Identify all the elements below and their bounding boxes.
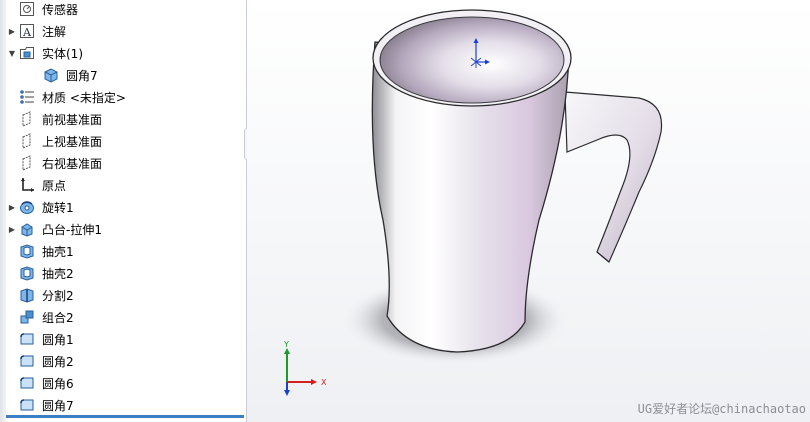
view-triad-icon[interactable]: Y X	[283, 340, 327, 396]
fillet-icon	[18, 330, 36, 348]
tree-item-solid-body[interactable]: 圆角7	[30, 64, 244, 86]
annotation-icon: A	[18, 22, 36, 40]
origin-icon	[18, 176, 36, 194]
tree-item-solid-bodies[interactable]: ▼ 实体(1)	[6, 42, 244, 64]
tree-item-label: 前视基准面	[42, 112, 103, 127]
fillet-icon	[18, 374, 36, 392]
solid-body-icon	[42, 66, 60, 84]
tree-item-fillet7[interactable]: 圆角7	[6, 394, 244, 416]
expand-arrow-right-icon[interactable]: ▶	[6, 223, 18, 235]
fillet-icon	[18, 396, 36, 414]
material-icon	[18, 88, 36, 106]
tree-item-front-plane[interactable]: 前视基准面	[6, 108, 244, 130]
expand-arrow-empty	[6, 91, 18, 103]
expand-arrow-empty	[6, 311, 18, 323]
tree-item-label: 原点	[42, 178, 67, 193]
tree-item-top-plane[interactable]: 上视基准面	[6, 130, 244, 152]
tree-item-label: 组合2	[42, 310, 74, 325]
expand-arrow-empty	[6, 3, 18, 15]
tree-item-label: 材质 <未指定>	[42, 90, 126, 105]
tree-item-revolve1[interactable]: ▶ 旋转1	[6, 196, 244, 218]
tree-item-label: 分割2	[42, 288, 74, 303]
revolve-icon	[18, 198, 36, 216]
combine-icon	[18, 308, 36, 326]
tree-item-label: 右视基准面	[42, 156, 103, 171]
tree-item-label: 圆角7	[66, 68, 98, 83]
tree-item-material[interactable]: 材质 <未指定>	[6, 86, 244, 108]
expand-arrow-right-icon[interactable]: ▶	[6, 201, 18, 213]
tree-item-label: 抽壳1	[42, 244, 74, 259]
expand-arrow-empty	[30, 69, 42, 81]
tree-item-label: 旋转1	[42, 200, 74, 215]
shell-icon	[18, 242, 36, 260]
tree-item-split2[interactable]: 分割2	[6, 284, 244, 306]
tree-item-fillet6[interactable]: 圆角6	[6, 372, 244, 394]
tree-item-label: 抽壳2	[42, 266, 74, 281]
mug-handle[interactable]	[564, 91, 663, 263]
expand-arrow-empty	[6, 355, 18, 367]
tree-item-label: 凸台-拉伸1	[42, 222, 102, 237]
rollback-bar[interactable]	[6, 415, 244, 418]
tree-item-fillet2[interactable]: 圆角2	[6, 350, 244, 372]
expand-arrow-right-icon[interactable]: ▶	[6, 25, 18, 37]
tree-item-shell1[interactable]: 抽壳1	[6, 240, 244, 262]
tree-item-label: 圆角1	[42, 332, 74, 347]
tree-item-label: 实体(1)	[42, 46, 83, 61]
fillet-icon	[18, 352, 36, 370]
expand-arrow-empty	[6, 399, 18, 411]
tree-item-shell2[interactable]: 抽壳2	[6, 262, 244, 284]
tree-item-annotations[interactable]: ▶ A 注解	[6, 20, 244, 42]
expand-arrow-empty	[6, 179, 18, 191]
graphics-area[interactable]: Y X UG爱好者论坛@chinachaotao	[247, 0, 810, 422]
triad-y-label: Y	[283, 340, 289, 349]
tree-item-label: 圆角7	[42, 398, 74, 413]
triad-x-label: X	[321, 378, 327, 387]
plane-icon	[18, 132, 36, 150]
expand-arrow-empty	[6, 267, 18, 279]
expand-arrow-empty	[6, 245, 18, 257]
tree-item-combine2[interactable]: 组合2	[6, 306, 244, 328]
tree-item-label: 传感器	[42, 2, 79, 17]
sensor-icon	[18, 0, 36, 18]
tree-item-right-plane[interactable]: 右视基准面	[6, 152, 244, 174]
tree-item-sensors[interactable]: 传感器	[6, 0, 244, 20]
expand-arrow-empty	[6, 377, 18, 389]
plane-icon	[18, 110, 36, 128]
tree-item-label: 圆角2	[42, 354, 74, 369]
expand-arrow-empty	[6, 157, 18, 169]
model-canvas[interactable]: Y X	[247, 0, 810, 422]
tree-item-label: 上视基准面	[42, 134, 103, 149]
expand-arrow-empty	[6, 135, 18, 147]
tree-item-fillet1[interactable]: 圆角1	[6, 328, 244, 350]
feature-manager-tree: 传感器 ▶ A 注解 ▼ 实体(1) 圆角7 材质 <未指定> 前视基准面 上视…	[0, 0, 247, 422]
expand-arrow-empty	[6, 333, 18, 345]
mug-rim-inner	[379, 16, 565, 104]
expand-arrow-empty	[6, 113, 18, 125]
plane-icon	[18, 154, 36, 172]
expand-arrow-down-icon[interactable]: ▼	[6, 47, 18, 59]
shell-icon	[18, 264, 36, 282]
tree-item-origin[interactable]: 原点	[6, 174, 244, 196]
svg-text:A: A	[22, 26, 32, 39]
solid-bodies-folder-icon	[18, 44, 36, 62]
watermark-text: UG爱好者论坛@chinachaotao	[637, 402, 806, 416]
tree-item-boss-extrude1[interactable]: ▶ 凸台-拉伸1	[6, 218, 244, 240]
split-icon	[18, 286, 36, 304]
tree-item-label: 圆角6	[42, 376, 74, 391]
extrude-icon	[18, 220, 36, 238]
tree-item-label: 注解	[42, 24, 67, 39]
expand-arrow-empty	[6, 289, 18, 301]
